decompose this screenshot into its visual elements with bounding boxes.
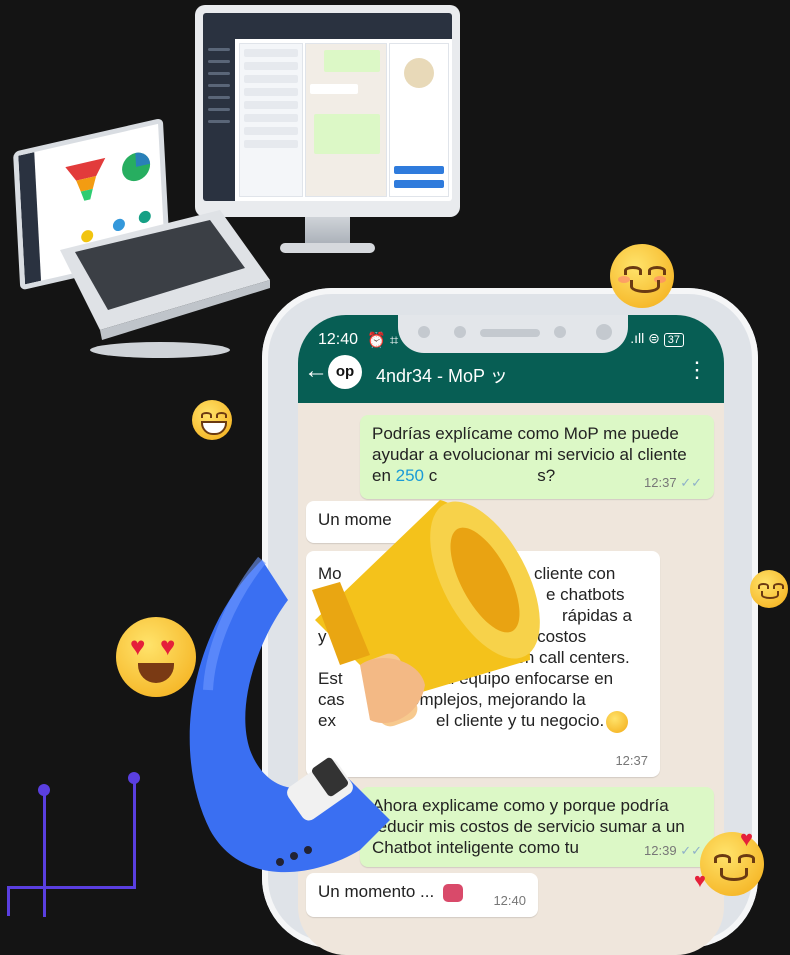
double-check-icon: ✓✓ [680,475,702,490]
smile-emoji-icon [606,711,628,733]
app-sidebar [203,39,235,201]
menu-dots-icon[interactable]: ⋮ [686,359,708,381]
laptop-keyboard-illustration [60,210,270,358]
circuit-line [133,780,136,888]
message-time: 12:37 [615,753,648,768]
battery-level: 37 [663,333,684,347]
message-time: 12:40 [493,893,526,908]
smile-emoji-icon [750,570,788,608]
message-time: 12:37 ✓✓ [644,475,702,490]
smile-emoji-icon [610,244,674,308]
alarm-icon: ⏰ ⌗ [367,332,399,349]
phone-notch [398,315,628,353]
circuit-node [38,784,50,796]
megaphone-icon [312,500,540,727]
status-time: 12:40 [318,331,359,348]
message-outgoing: Ahora explicame como y porque podría red… [360,787,714,867]
heart-eyes-emoji-icon: ♥ ♥ [116,617,196,697]
robot-icon [442,883,463,902]
status-icons: .ıll ⊜ 37 [630,330,684,347]
grin-emoji-icon [192,400,232,440]
circuit-line [43,792,46,917]
circuit-line [7,886,136,889]
chat-header: 12:40 ⏰ ⌗ .ıll ⊜ 37 ← op 4ndr34 - MoP ッ … [298,315,724,403]
circuit-node [128,772,140,784]
desktop-monitor-illustration [195,5,460,253]
smiling-hearts-emoji-icon: ♥ ♥ [694,826,764,896]
circuit-line [7,886,10,916]
message-time: 12:39 ✓✓ [644,843,702,858]
back-arrow-icon[interactable]: ← [304,359,328,383]
double-check-icon: ✓✓ [680,843,702,858]
chat-name[interactable]: 4ndr34 - MoP ッ [376,362,508,388]
avatar[interactable]: op [328,355,362,389]
